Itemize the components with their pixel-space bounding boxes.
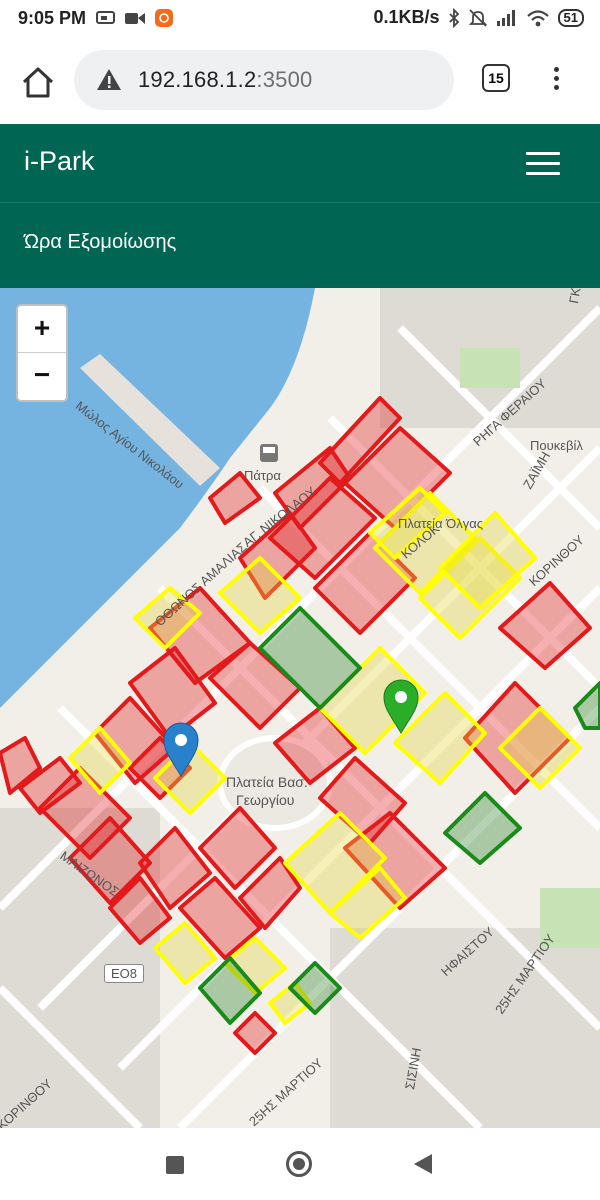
signal-icon <box>496 9 515 26</box>
app-header: i-Park <box>0 124 600 202</box>
train-station-icon <box>260 444 278 462</box>
label-plateia-georgiou-1: Πλατεία Βασ. <box>226 774 308 790</box>
wifi-icon <box>526 9 549 26</box>
recent-apps-icon[interactable] <box>166 1156 184 1174</box>
status-time: 9:05 PM <box>18 8 87 28</box>
url-text[interactable]: 192.168.1.2:3500 <box>138 67 312 93</box>
tabs-icon[interactable]: 15 <box>482 64 510 92</box>
nav-menu: Ώρα Εξομοίωσης <box>0 202 600 289</box>
simulation-time-link[interactable]: Ώρα Εξομοίωσης <box>24 231 176 254</box>
status-bar: 9:05 PM 0.1KB/s 51 <box>0 0 600 36</box>
warning-icon[interactable] <box>96 68 122 92</box>
zoom-in-button[interactable]: + <box>18 306 66 353</box>
system-nav-bar <box>0 1128 600 1200</box>
back-icon[interactable] <box>414 1154 432 1174</box>
home-nav-icon[interactable] <box>286 1151 312 1177</box>
bluetooth-icon <box>448 7 459 28</box>
app-title[interactable]: i-Park <box>24 146 95 177</box>
label-plateia-georgiou-2: Γεωργίου <box>236 792 295 808</box>
address-bar[interactable]: 192.168.1.2:3500 <box>74 50 454 110</box>
map[interactable]: Πάτρα Μώλος Αγίου Νικολάου Πλατεία Όλγας… <box>0 288 600 1128</box>
zoom-control: + − <box>16 304 68 402</box>
home-icon[interactable] <box>18 62 58 102</box>
app-notification-icon <box>155 9 173 27</box>
label-eo8: ΕΟ8 <box>104 964 145 983</box>
park-area <box>460 348 520 388</box>
network-speed: 0.1KB/s <box>373 7 440 27</box>
battery-icon: 51 <box>557 8 584 27</box>
mute-icon <box>468 8 487 27</box>
label-plateia-olgas: Πλατεία Όλγας <box>398 516 484 531</box>
label-patra: Πάτρα <box>244 468 281 483</box>
hamburger-icon[interactable] <box>526 152 560 175</box>
message-icon <box>96 11 115 24</box>
label-poukevil: Πουκεβίλ <box>530 438 583 453</box>
video-icon <box>125 13 145 24</box>
zoom-out-button[interactable]: − <box>18 353 66 399</box>
browser-toolbar: 192.168.1.2:3500 15 <box>0 36 600 124</box>
kebab-menu-icon[interactable] <box>548 64 564 96</box>
